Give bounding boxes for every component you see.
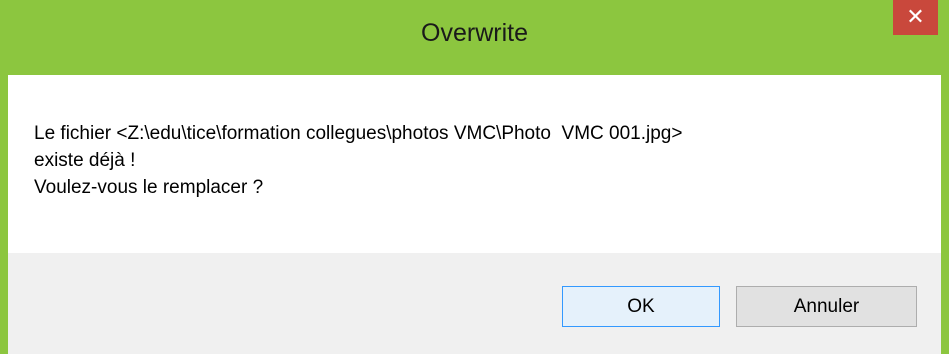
window-title: Overwrite	[421, 19, 528, 47]
dialog-content: Le fichier <Z:\edu\tice\formation colleg…	[8, 75, 941, 253]
button-bar: OK Annuler	[8, 253, 941, 354]
close-icon: ✕	[906, 4, 925, 29]
message-line-exists: existe déjà !	[34, 150, 136, 171]
cancel-button[interactable]: Annuler	[736, 286, 917, 327]
close-button[interactable]: ✕	[893, 0, 938, 35]
ok-button[interactable]: OK	[562, 286, 720, 327]
message-line-question: Voulez-vous le remplacer ?	[34, 177, 264, 198]
title-bar[interactable]: Overwrite ✕	[0, 0, 949, 75]
message-line-file: Le fichier <Z:\edu\tice\formation colleg…	[34, 123, 683, 144]
message-text: Le fichier <Z:\edu\tice\formation colleg…	[34, 120, 682, 201]
overwrite-dialog: Overwrite ✕ Le fichier <Z:\edu\tice\form…	[0, 0, 949, 354]
